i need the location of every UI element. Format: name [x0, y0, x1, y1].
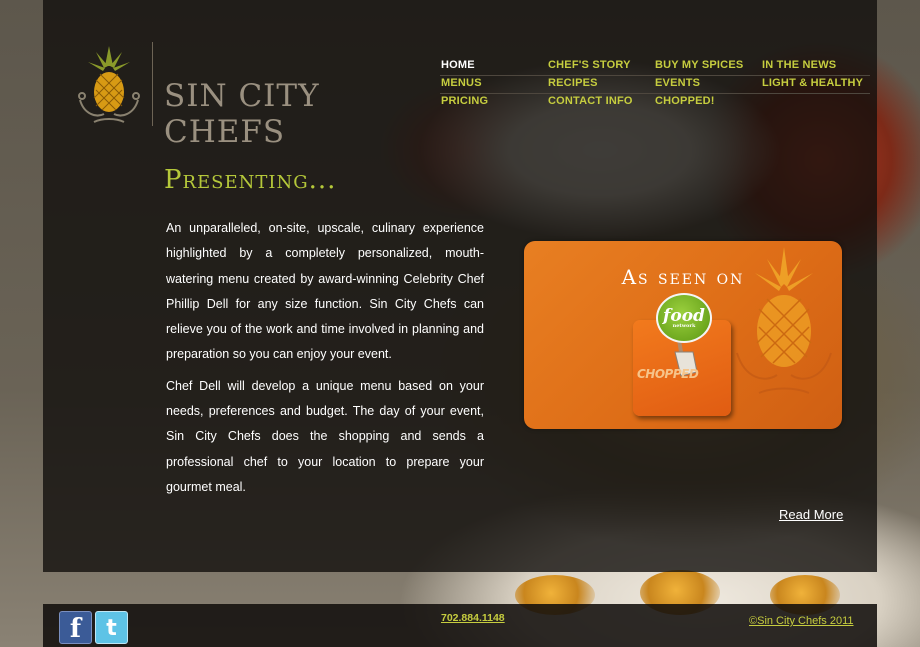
- nav-in-the-news[interactable]: IN THE NEWS: [762, 59, 836, 71]
- facebook-icon[interactable]: f: [59, 611, 92, 644]
- nav-home[interactable]: HOME: [441, 59, 475, 71]
- brand-name: SIN CITY CHEFS: [164, 78, 320, 150]
- nav-pricing[interactable]: PRICING: [441, 95, 488, 107]
- main-nav: HOME CHEF'S STORY BUY MY SPICES IN THE N…: [440, 58, 870, 111]
- copyright-link[interactable]: ©Sin City Chefs 2011: [749, 615, 854, 627]
- page-heading: Presenting...: [164, 165, 337, 195]
- site-logo[interactable]: SIN CITY CHEFS: [74, 42, 434, 150]
- nav-events[interactable]: EVENTS: [655, 77, 700, 89]
- nav-recipes[interactable]: RECIPES: [548, 77, 598, 89]
- nav-menus[interactable]: MENUS: [441, 77, 482, 89]
- nav-contact-info[interactable]: CONTACT INFO: [548, 95, 633, 107]
- nav-chefs-story[interactable]: CHEF'S STORY: [548, 59, 631, 71]
- network-wordmark: network: [672, 323, 696, 329]
- nav-row: MENUS RECIPES EVENTS LIGHT & HEALTHY: [440, 76, 870, 94]
- chopped-wordmark: CHOPPED: [637, 367, 699, 381]
- logo-divider: [152, 42, 153, 126]
- phone-link[interactable]: 702.884.1148: [441, 612, 505, 624]
- nav-light-healthy[interactable]: LIGHT & HEALTHY: [762, 77, 863, 89]
- nav-buy-my-spices[interactable]: BUY MY SPICES: [655, 59, 743, 71]
- nav-row: HOME CHEF'S STORY BUY MY SPICES IN THE N…: [440, 58, 870, 76]
- nav-row: PRICING CONTACT INFO CHOPPED!: [440, 94, 870, 111]
- food-network-logo: food network: [656, 293, 712, 343]
- pineapple-icon: [78, 46, 140, 123]
- intro-paragraph: Chef Dell will develop a unique menu bas…: [166, 378, 484, 494]
- read-more-link[interactable]: Read More: [779, 507, 843, 522]
- intro-text: An unparalleled, on-site, upscale, culin…: [166, 216, 484, 506]
- nav-chopped[interactable]: CHOPPED!: [655, 95, 715, 107]
- intro-paragraph: An unparalleled, on-site, upscale, culin…: [166, 221, 484, 362]
- as-seen-on-title: As seen on: [621, 265, 745, 289]
- as-seen-on-card[interactable]: As seen on CHOPPED food network: [524, 241, 842, 429]
- twitter-icon[interactable]: t: [95, 611, 128, 644]
